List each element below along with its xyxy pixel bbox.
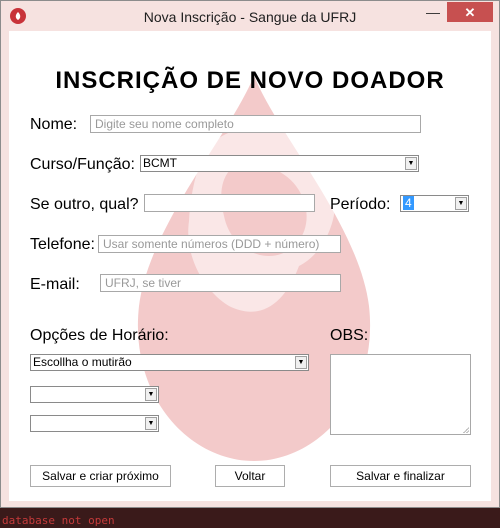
- background-text: database not open: [2, 514, 115, 527]
- periodo-dropdown-arrow-icon[interactable]: ▼: [455, 197, 467, 210]
- telefone-input[interactable]: Usar somente números (DDD + número): [98, 235, 341, 253]
- email-label: E-mail:: [30, 276, 80, 293]
- close-button[interactable]: ✕: [447, 2, 493, 22]
- save-finish-button[interactable]: Salvar e finalizar: [330, 465, 471, 487]
- form-heading: INSCRIÇÃO DE NOVO DOADOR: [55, 67, 445, 94]
- periodo-value: 4: [403, 196, 414, 210]
- dialog-window: Nova Inscrição - Sangue da UFRJ — ✕ INSC…: [0, 0, 500, 508]
- title-bar[interactable]: Nova Inscrição - Sangue da UFRJ — ✕: [1, 1, 499, 31]
- horario-3-dropdown-arrow-icon[interactable]: ▼: [145, 417, 157, 430]
- mutirao-value: Escollha o mutirão: [33, 355, 132, 369]
- curso-dropdown-arrow-icon[interactable]: ▼: [405, 157, 417, 170]
- outro-label: Se outro, qual?: [30, 196, 139, 213]
- horario-select-2[interactable]: ▼: [30, 386, 159, 403]
- outro-input[interactable]: [144, 194, 315, 212]
- nome-input[interactable]: Digite seu nome completo: [90, 115, 421, 133]
- horario-select-3[interactable]: ▼: [30, 415, 159, 432]
- minimize-button[interactable]: —: [420, 2, 446, 23]
- save-next-button[interactable]: Salvar e criar próximo: [30, 465, 171, 487]
- telefone-label: Telefone:: [30, 236, 95, 253]
- curso-value: BCMT: [143, 156, 177, 170]
- mutirao-dropdown-arrow-icon[interactable]: ▼: [295, 356, 307, 369]
- curso-select[interactable]: BCMT ▼: [140, 155, 419, 172]
- nome-label: Nome:: [30, 116, 78, 133]
- back-button[interactable]: Voltar: [215, 465, 285, 487]
- horario-label: Opções de Horário:: [30, 327, 169, 344]
- resize-grip-icon[interactable]: [463, 427, 469, 433]
- obs-textarea[interactable]: [330, 354, 471, 435]
- horario-2-dropdown-arrow-icon[interactable]: ▼: [145, 388, 157, 401]
- email-input[interactable]: UFRJ, se tiver: [100, 274, 341, 292]
- obs-label: OBS:: [330, 327, 369, 344]
- periodo-select[interactable]: 4 ▼: [400, 195, 469, 212]
- form-area: INSCRIÇÃO DE NOVO DOADOR Nome: Digite se…: [9, 31, 491, 501]
- mutirao-select[interactable]: Escollha o mutirão ▼: [30, 354, 309, 371]
- curso-label: Curso/Função:: [30, 156, 135, 173]
- periodo-label: Período:: [330, 196, 391, 213]
